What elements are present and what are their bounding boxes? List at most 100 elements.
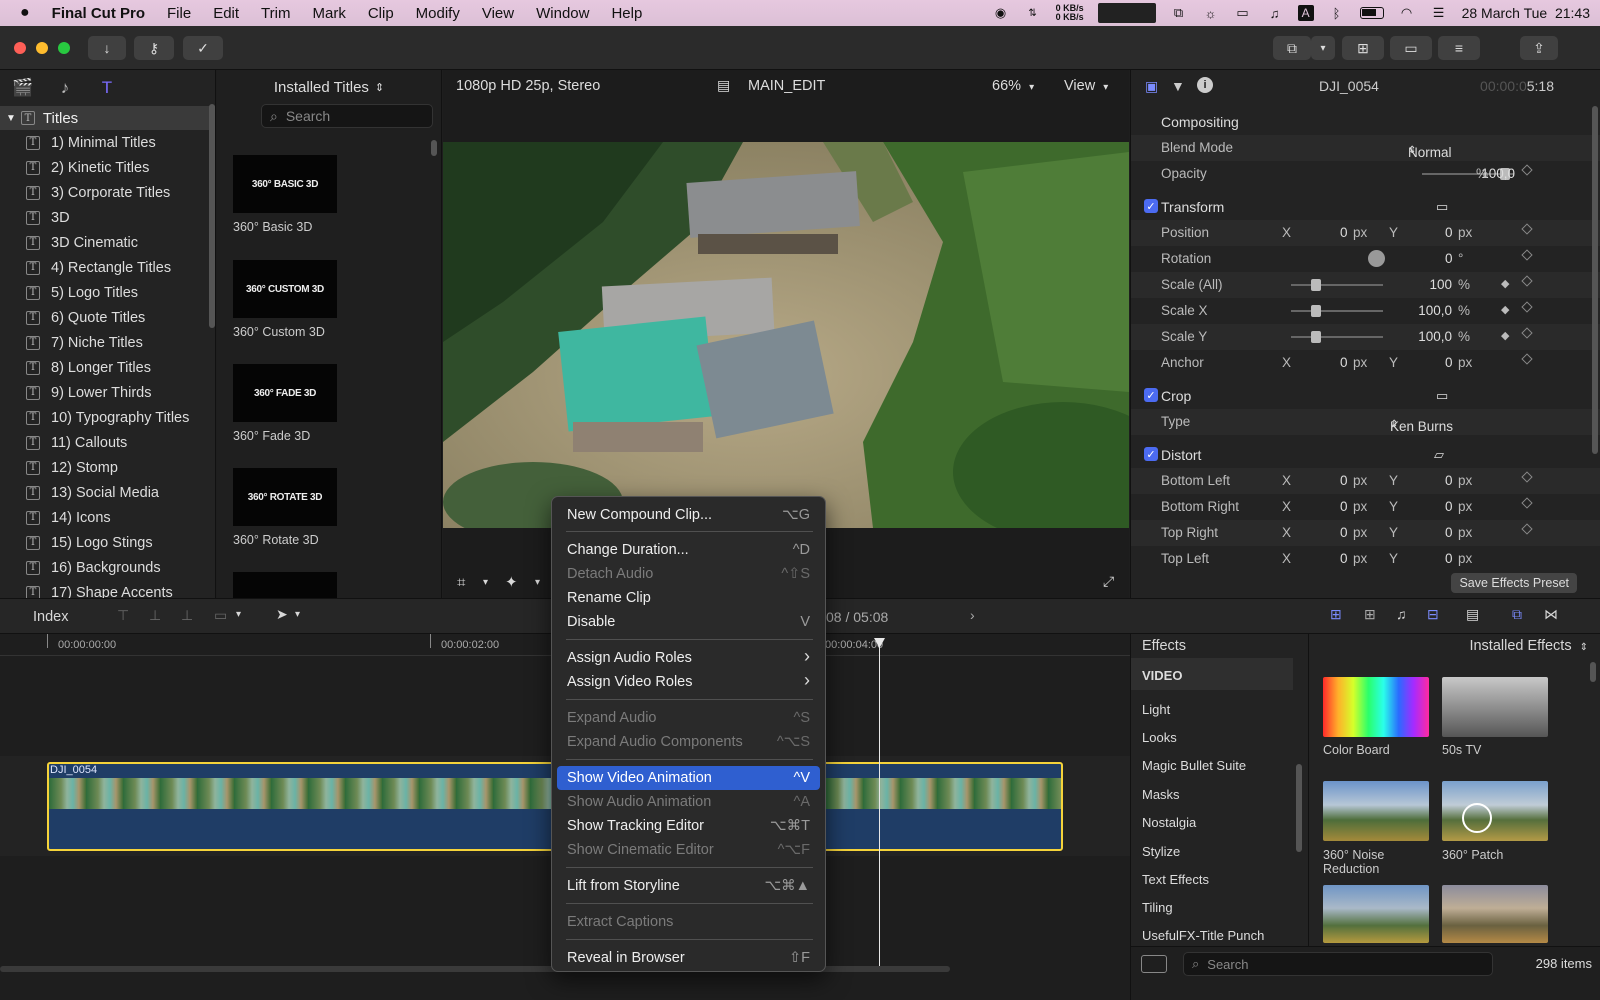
tab-photos-audio-icon[interactable]: ♪ <box>54 77 76 99</box>
keywords-key-icon[interactable]: ⚷ <box>134 36 174 60</box>
save-effects-preset-button[interactable]: Save Effects Preset <box>1451 573 1577 593</box>
control-center-icon[interactable]: ☰ <box>1430 5 1448 20</box>
sidebar-item-title-category[interactable]: T 3) Corporate Titles <box>0 180 215 205</box>
menu-modify[interactable]: Modify <box>405 5 471 22</box>
sidebar-item-title-category[interactable]: T 5) Logo Titles <box>0 280 215 305</box>
title-thumb-custom-3d[interactable]: 360° CUSTOM 3D <box>233 260 337 318</box>
transform-checkbox[interactable]: ✓ <box>1144 199 1158 213</box>
distort-checkbox[interactable]: ✓ <box>1144 447 1158 461</box>
menu-item-reveal-in-browser[interactable]: Reveal in Browser ⇧F <box>557 946 820 970</box>
category-text-effects[interactable]: Text Effects <box>1142 872 1209 887</box>
cpu-graph-icon[interactable] <box>1097 3 1156 23</box>
import-button[interactable]: ↓ <box>88 36 126 60</box>
category-stylize[interactable]: Stylize <box>1142 844 1180 859</box>
keyframe-add-icon[interactable]: ◆ <box>1501 277 1509 290</box>
append-clip-icon[interactable]: ⊥ <box>181 607 193 624</box>
effects-scrollbar[interactable] <box>1590 662 1596 682</box>
rotation-dial-icon[interactable] <box>1368 250 1385 267</box>
top-left-y-value[interactable]: 0 <box>1445 551 1453 566</box>
menu-window[interactable]: Window <box>525 5 600 22</box>
menu-item-lift-from-storyline[interactable]: Lift from Storyline ⌥⌘▲ <box>557 874 820 898</box>
distort-onscreen-icon[interactable]: ▱ <box>1434 447 1444 463</box>
scale-all-value[interactable]: 100 <box>1429 277 1452 292</box>
scale-y-value[interactable]: 100,0 <box>1418 329 1452 344</box>
effects-browser-icon[interactable]: ⧉ <box>1512 606 1522 623</box>
select-tool-icon[interactable]: ➤ <box>276 606 288 623</box>
brightness-icon[interactable]: ☼ <box>1202 6 1220 21</box>
sidebar-item-title-category[interactable]: T 12) Stomp <box>0 455 215 480</box>
chevron-down-icon[interactable]: ▾ <box>535 577 540 588</box>
category-nostalgia[interactable]: Nostalgia <box>1142 815 1196 830</box>
sidebar-scrollbar[interactable] <box>209 104 215 328</box>
keyframe-diamond-icon[interactable] <box>1521 301 1533 313</box>
solo-headphones-icon[interactable]: ♫ <box>1396 606 1407 622</box>
tab-libraries-icon[interactable]: 🎬 <box>12 77 34 99</box>
workspace-chevron-icon[interactable]: ▾ <box>1311 36 1335 60</box>
network-speed[interactable]: 0 KB/s 0 KB/s <box>1056 4 1084 22</box>
disclosure-triangle-icon[interactable]: ▼ <box>6 113 16 124</box>
top-left-x-value[interactable]: 0 <box>1340 551 1348 566</box>
skimming-icon[interactable]: ⊞ <box>1330 606 1342 623</box>
effect-thumb-partial-1[interactable] <box>1323 885 1429 943</box>
sidebar-item-title-category[interactable]: T 3D Cinematic <box>0 230 215 255</box>
view-menu[interactable]: View ▾ <box>1064 78 1108 94</box>
anchor-y-value[interactable]: 0 <box>1445 355 1453 370</box>
overwrite-clip-icon[interactable]: ▭ <box>214 607 227 624</box>
keyframe-diamond-icon[interactable] <box>1521 275 1533 287</box>
keyframe-diamond-icon[interactable] <box>1521 164 1533 176</box>
scale-y-slider[interactable] <box>1291 331 1383 343</box>
menu-help[interactable]: Help <box>600 5 653 22</box>
title-thumb-basic-3d[interactable]: 360° BASIC 3D <box>233 155 337 213</box>
menu-mark[interactable]: Mark <box>301 5 356 22</box>
sidebar-item-title-category[interactable]: T 13) Social Media <box>0 480 215 505</box>
timeline-toggle-button[interactable]: ▭ <box>1390 36 1432 60</box>
browser-toggle-button[interactable]: ⊞ <box>1342 36 1384 60</box>
menu-item-show-tracking-editor[interactable]: Show Tracking Editor ⌥⌘T <box>557 814 820 838</box>
connect-clip-icon[interactable]: ⊤ <box>117 607 129 624</box>
top-right-y-value[interactable]: 0 <box>1445 525 1453 540</box>
wifi-icon[interactable]: ◠ <box>1398 5 1416 20</box>
chevron-down-icon[interactable]: ▾ <box>295 609 300 620</box>
bottom-left-x-value[interactable]: 0 <box>1340 473 1348 488</box>
effects-sidebar-toggle-icon[interactable] <box>1141 955 1167 973</box>
clip-appearance-icon[interactable]: ▤ <box>1466 606 1479 623</box>
inspector-scrollbar[interactable] <box>1592 106 1598 454</box>
share-button[interactable]: ⇪ <box>1520 36 1558 60</box>
menu-item-rename-clip[interactable]: Rename Clip <box>557 586 820 610</box>
workspace-layout-button[interactable]: ⧉ <box>1273 36 1311 60</box>
enhance-wand-icon[interactable]: ✦ <box>505 573 518 591</box>
app-menu[interactable]: Final Cut Pro <box>41 5 156 22</box>
battery-icon[interactable] <box>1359 7 1384 19</box>
bottom-right-x-value[interactable]: 0 <box>1340 499 1348 514</box>
position-x-value[interactable]: 0 <box>1340 225 1348 240</box>
position-y-value[interactable]: 0 <box>1445 225 1453 240</box>
keyframe-add-icon[interactable]: ◆ <box>1501 329 1509 342</box>
chevron-down-icon[interactable]: ▾ <box>236 609 241 620</box>
category-usefulfx[interactable]: UsefulFX-Title Punch <box>1142 928 1264 943</box>
inspector-toggle-button[interactable]: ≡ <box>1438 36 1480 60</box>
anchor-x-value[interactable]: 0 <box>1340 355 1348 370</box>
effect-thumb-360-noise-reduction[interactable] <box>1323 781 1429 841</box>
sidebar-item-title-category[interactable]: T 10) Typography Titles <box>0 405 215 430</box>
fullscreen-icon[interactable]: ⤢ <box>1103 573 1114 590</box>
tab-titles-icon[interactable]: T <box>96 77 118 99</box>
sidebar-item-title-category[interactable]: T 1) Minimal Titles <box>0 130 215 155</box>
menu-item-new-compound-clip[interactable]: New Compound Clip... ⌥G <box>557 503 820 527</box>
keyframe-diamond-icon[interactable] <box>1521 327 1533 339</box>
playhead[interactable] <box>874 638 885 970</box>
slider-knob[interactable] <box>1311 331 1321 343</box>
display-icon[interactable]: ▭ <box>1234 5 1252 20</box>
keyframe-diamond-icon[interactable] <box>1521 471 1533 483</box>
menu-edit[interactable]: Edit <box>202 5 250 22</box>
chevron-right-icon[interactable]: › <box>970 607 975 623</box>
keyframe-diamond-icon[interactable] <box>1521 223 1533 235</box>
menu-item-assign-audio-roles[interactable]: Assign Audio Roles › <box>557 646 820 670</box>
top-right-x-value[interactable]: 0 <box>1340 525 1348 540</box>
scale-x-value[interactable]: 100,0 <box>1418 303 1452 318</box>
bluetooth-icon[interactable]: ᛒ <box>1328 6 1346 21</box>
keyboard-input-icon[interactable]: A <box>1297 5 1314 21</box>
zoom-window-button[interactable] <box>58 42 70 54</box>
menu-clip[interactable]: Clip <box>357 5 405 22</box>
headphones-icon[interactable]: ♫ <box>1266 6 1284 21</box>
installed-titles-popup[interactable]: Installed Titles ⇕ <box>217 70 441 104</box>
